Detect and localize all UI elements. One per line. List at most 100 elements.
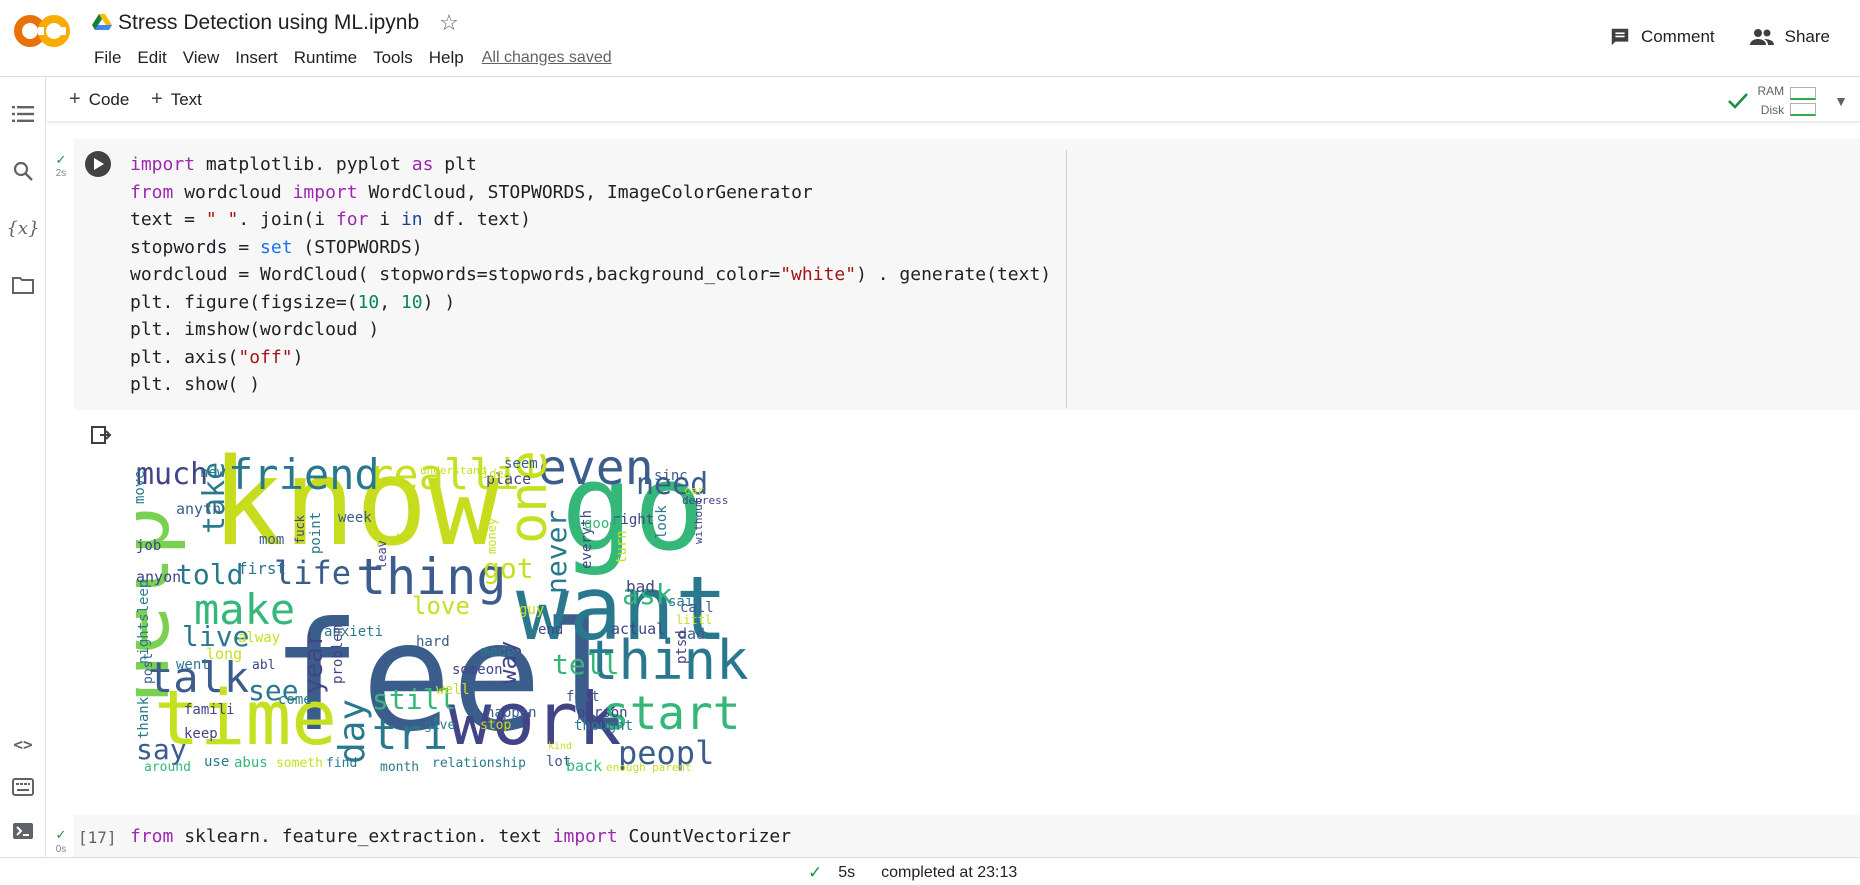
chevron-down-icon[interactable]: ▼ bbox=[1834, 93, 1848, 109]
plus-icon: + bbox=[69, 88, 81, 110]
wordcloud-word: move bbox=[136, 470, 148, 504]
wordcloud-word: idea bbox=[482, 467, 511, 481]
wordcloud-word: month bbox=[380, 760, 419, 775]
command-palette-icon[interactable] bbox=[10, 774, 36, 800]
wordcloud-word: fuck bbox=[293, 514, 307, 544]
wordcloud-word: nightsleep bbox=[136, 580, 152, 664]
wordcloud-word: thank bbox=[136, 696, 152, 739]
wordcloud-word: leav bbox=[375, 540, 389, 569]
table-of-contents-icon[interactable] bbox=[10, 101, 36, 127]
folder-icon[interactable] bbox=[10, 272, 36, 298]
wordcloud-word: kind bbox=[548, 741, 572, 752]
add-code-cell-button[interactable]: + Code bbox=[69, 88, 129, 111]
wordcloud-word: long bbox=[206, 645, 242, 663]
save-status-link[interactable]: All changes saved bbox=[482, 49, 612, 67]
execution-count: [17] bbox=[78, 828, 117, 847]
google-drive-icon bbox=[92, 14, 112, 32]
wordcloud-image: feel know go want help time work think thing frie… bbox=[136, 424, 836, 778]
disk-usage-bar bbox=[1790, 102, 1817, 116]
people-icon bbox=[1749, 29, 1774, 45]
code-line: import matplotlib. pyplot as plt bbox=[130, 154, 477, 175]
menu-edit[interactable]: Edit bbox=[129, 44, 174, 72]
wordcloud-word: right bbox=[612, 512, 654, 528]
star-icon[interactable]: ☆ bbox=[439, 10, 459, 36]
code-line: plt. show( ) bbox=[130, 374, 261, 395]
ram-usage-bar bbox=[1790, 86, 1817, 100]
notebook-toolbar: + Code + Text RAM Disk ▼ bbox=[47, 78, 1860, 122]
menu-file[interactable]: File bbox=[86, 44, 129, 72]
connected-check-icon bbox=[1728, 93, 1749, 109]
wordcloud-word: abl bbox=[252, 658, 275, 673]
code-line: stopwords = set (STOPWORDS) bbox=[130, 236, 423, 258]
wordcloud-word: end bbox=[538, 622, 563, 638]
wordcloud-word: day bbox=[332, 699, 373, 764]
cell-exec-time: 2s bbox=[55, 168, 67, 179]
wordcloud-word: well bbox=[436, 682, 470, 698]
plus-icon: + bbox=[151, 88, 163, 110]
wordcloud-word: made bbox=[481, 644, 515, 660]
wordcloud-word: stop bbox=[480, 718, 511, 733]
wordcloud-word: anyth bbox=[176, 500, 221, 518]
menu-tools[interactable]: Tools bbox=[365, 44, 421, 72]
menu-help[interactable]: Help bbox=[421, 44, 472, 72]
share-button[interactable]: Share bbox=[1739, 22, 1840, 52]
wordcloud-word: problem bbox=[330, 625, 346, 684]
wordcloud-word: alway bbox=[238, 630, 280, 646]
wordcloud-word: sinc bbox=[654, 468, 688, 484]
wordcloud-word: first bbox=[238, 559, 286, 578]
wordcloud-word: back bbox=[566, 757, 602, 775]
wordcloud-word: got bbox=[483, 552, 534, 585]
wordcloud-word: car bbox=[684, 484, 704, 497]
notebook-title[interactable]: Stress Detection using ML.ipynb bbox=[118, 11, 419, 35]
add-code-label: Code bbox=[88, 89, 130, 109]
wordcloud-svg: feelknow gowanthelptime workthinkthingfrie… bbox=[136, 434, 749, 775]
menu-bar: File Edit View Insert Runtime Tools Help… bbox=[86, 44, 612, 72]
code-line: text = " ". join(i for i in df. text) bbox=[130, 209, 532, 230]
wordcloud-word: use bbox=[204, 754, 229, 770]
wordcloud-word: bad bbox=[626, 577, 655, 596]
wordcloud-word: guy bbox=[519, 602, 544, 618]
code-line: plt. imshow(wordcloud ) bbox=[130, 319, 380, 340]
wordcloud-word: find bbox=[326, 756, 357, 771]
code-line: from wordcloud import WordCloud, STOPWOR… bbox=[130, 181, 813, 203]
terminal-icon[interactable] bbox=[10, 818, 36, 844]
menu-view[interactable]: View bbox=[175, 44, 228, 72]
comment-button[interactable]: Comment bbox=[1599, 22, 1725, 52]
wordcloud-word: littl bbox=[676, 613, 712, 627]
search-icon[interactable] bbox=[10, 158, 36, 184]
add-text-label: Text bbox=[170, 89, 202, 109]
menu-runtime[interactable]: Runtime bbox=[286, 44, 365, 72]
wordcloud-word: understand bbox=[420, 464, 486, 477]
wordcloud-word: enough bbox=[606, 761, 646, 774]
code-editor[interactable]: from sklearn. feature_extraction. text i… bbox=[130, 826, 791, 847]
wordcloud-word: famili bbox=[184, 702, 235, 718]
wordcloud-word: someon bbox=[452, 662, 503, 678]
code-snippets-icon[interactable]: <> bbox=[10, 731, 36, 757]
wordcloud-word: person bbox=[577, 705, 628, 721]
disk-label: Disk bbox=[1760, 103, 1785, 117]
wordcloud-word: come bbox=[278, 692, 312, 708]
add-text-cell-button[interactable]: + Text bbox=[151, 88, 202, 111]
top-bar: Stress Detection using ML.ipynb ☆ File E… bbox=[0, 0, 1860, 77]
wordcloud-word: point bbox=[308, 512, 324, 554]
wordcloud-word: look bbox=[654, 505, 670, 539]
wordcloud-word: year bbox=[299, 631, 329, 694]
cell-success-check-icon: ✓ bbox=[55, 827, 67, 842]
wordcloud-word: money bbox=[485, 518, 499, 554]
exec-duration: 5s bbox=[838, 864, 856, 881]
colab-logo[interactable] bbox=[14, 14, 70, 48]
ram-label: RAM bbox=[1757, 84, 1785, 98]
play-icon bbox=[94, 158, 104, 170]
wordcloud-word: never bbox=[540, 510, 573, 594]
wordcloud-word: told bbox=[176, 558, 243, 591]
wordcloud-word: new bbox=[200, 465, 226, 481]
resources-indicator[interactable]: RAM Disk ▼ bbox=[1727, 82, 1848, 120]
output-actions-icon[interactable] bbox=[90, 424, 112, 446]
menu-insert[interactable]: Insert bbox=[227, 44, 286, 72]
variables-icon[interactable]: {x} bbox=[6, 215, 39, 241]
code-editor[interactable]: import matplotlib. pyplot as plt from wor… bbox=[130, 151, 1051, 399]
wordcloud-word: good bbox=[584, 516, 618, 532]
wordcloud-word: someth bbox=[276, 756, 323, 771]
run-cell-button[interactable] bbox=[85, 151, 111, 177]
code-line: wordcloud = WordCloud( stopwords=stopwor… bbox=[130, 264, 1052, 285]
